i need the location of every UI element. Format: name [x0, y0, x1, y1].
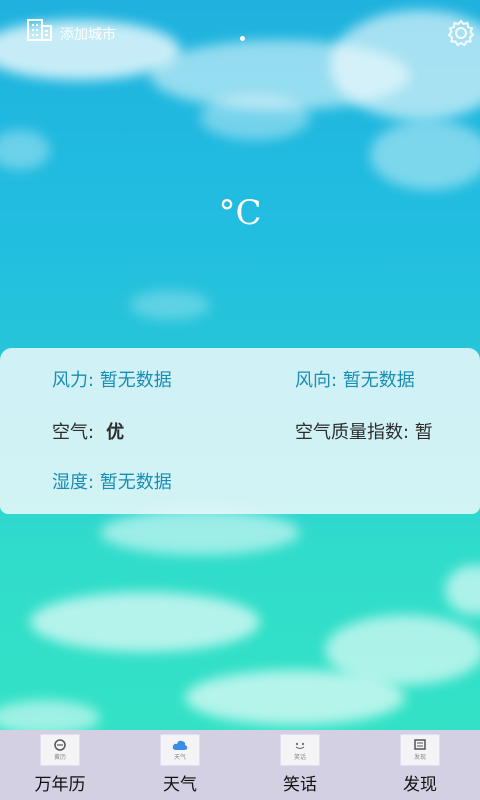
cloud: [0, 130, 50, 170]
gear-icon: [446, 19, 476, 52]
wind-direction-item: 风向: 暂无数据: [295, 366, 415, 392]
aqi-item: 空气质量指数: 暂: [295, 418, 433, 444]
weather-icon: 天气: [160, 734, 200, 766]
weather-details-panel: 风力: 暂无数据 风向: 暂无数据 空气: 优 空气质量指数: 暂 湿度: 暂无数…: [0, 348, 480, 514]
cloud: [200, 95, 310, 140]
wind-power-item: 风力: 暂无数据: [52, 366, 172, 392]
humidity-item: 湿度: 暂无数据: [52, 468, 172, 494]
cloud: [100, 510, 300, 555]
tab-weather-label: 天气: [163, 775, 197, 795]
city-buildings-icon: [26, 16, 54, 46]
discover-icon: 发现: [400, 734, 440, 766]
discover-icon-caption: 发现: [413, 754, 426, 761]
aqi-value: 暂: [409, 422, 433, 443]
tab-jokes[interactable]: 笑话 笑话: [240, 730, 360, 800]
cloud: [445, 565, 480, 615]
cloud: [370, 120, 480, 190]
tab-calendar-label: 万年历: [34, 775, 86, 795]
bottom-tab-bar: 黄历 万年历 天气 天气 笑话 笑话 发现 发现: [0, 730, 480, 800]
wind-direction-label: 风向:: [295, 370, 338, 391]
page-indicator-dot: [240, 36, 245, 41]
tab-discover-label: 发现: [403, 775, 437, 795]
cloud: [185, 670, 405, 725]
joke-icon: 笑话: [280, 734, 320, 766]
add-city-button[interactable]: 添加城市: [26, 16, 116, 46]
weather-icon-caption: 天气: [173, 753, 186, 761]
cloud: [0, 700, 100, 730]
add-city-label: 添加城市: [60, 27, 116, 43]
cloud: [30, 592, 260, 652]
wind-direction-value: 暂无数据: [337, 370, 415, 391]
wind-power-value: 暂无数据: [94, 370, 172, 391]
cloud: [130, 290, 210, 320]
calendar-icon-caption: 黄历: [53, 754, 66, 761]
air-item: 空气: 优: [52, 418, 124, 444]
air-value: 优: [106, 422, 125, 443]
tab-discover[interactable]: 发现 发现: [360, 730, 480, 800]
aqi-label: 空气质量指数:: [295, 422, 410, 443]
humidity-label: 湿度:: [52, 472, 95, 493]
joke-icon-caption: 笑话: [293, 753, 306, 761]
calendar-icon: 黄历: [40, 734, 80, 766]
tab-calendar[interactable]: 黄历 万年历: [0, 730, 120, 800]
tab-weather[interactable]: 天气 天气: [120, 730, 240, 800]
air-label: 空气:: [52, 422, 95, 443]
settings-button[interactable]: [446, 18, 476, 48]
temperature-display: °C: [218, 193, 262, 233]
top-bar: 添加城市: [0, 0, 480, 66]
wind-power-label: 风力:: [52, 370, 95, 391]
tab-jokes-label: 笑话: [283, 775, 317, 795]
humidity-value: 暂无数据: [94, 472, 172, 493]
